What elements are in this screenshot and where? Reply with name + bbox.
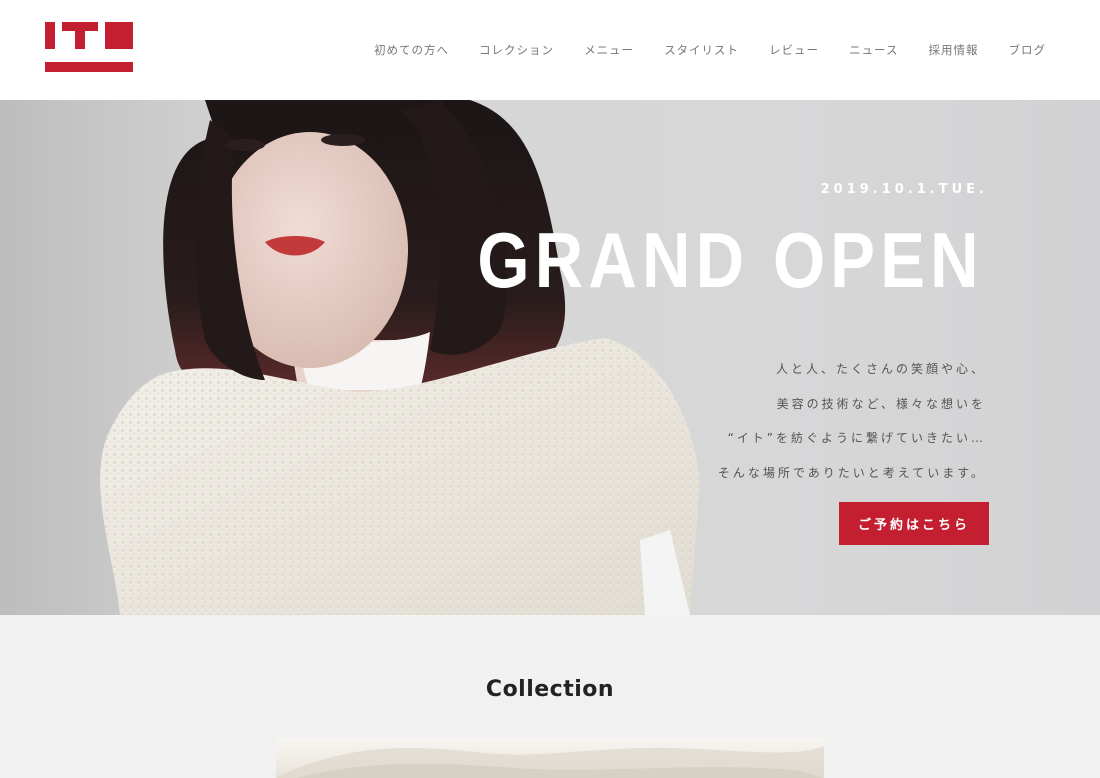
nav-item-news[interactable]: ニュース bbox=[849, 42, 898, 58]
hero-copy-line: 人と人、たくさんの笑顔や心、 bbox=[775, 362, 986, 376]
hero-date: 2019.10.1.TUE. bbox=[820, 182, 988, 197]
collection-photo bbox=[276, 746, 824, 778]
hero-title: GRAND OPEN bbox=[477, 216, 984, 304]
nav-item-menu[interactable]: メニュー bbox=[584, 42, 634, 58]
hero-copy-line: そんな場所でありたいと考えています。 bbox=[717, 465, 986, 480]
nav-item-recruit[interactable]: 採用情報 bbox=[929, 42, 979, 58]
nav-item-review[interactable]: レビュー bbox=[769, 42, 819, 58]
global-nav: 初めての方へ コレクション メニュー スタイリスト レビュー ニュース 採用情報… bbox=[344, 42, 1046, 58]
hero-copy: 人と人、たくさんの笑顔や心、 美容の技術など、様々な想いを “イト”を紡ぐように… bbox=[718, 352, 986, 490]
nav-item-collection[interactable]: コレクション bbox=[479, 42, 554, 58]
collection-title: Collection bbox=[485, 677, 615, 702]
hero-section: 2019.10.1.TUE. GRAND OPEN 人と人、たくさんの笑顔や心、… bbox=[0, 100, 1100, 615]
nav-item-stylist[interactable]: スタイリスト bbox=[664, 42, 739, 58]
collection-section: Collection bbox=[0, 615, 1100, 778]
nav-item-first-visit[interactable]: 初めての方へ bbox=[374, 42, 449, 58]
logo[interactable] bbox=[45, 22, 133, 74]
site-header: 初めての方へ コレクション メニュー スタイリスト レビュー ニュース 採用情報… bbox=[0, 0, 1100, 100]
reservation-button[interactable]: ご予約はこちら bbox=[839, 502, 989, 545]
page: 初めての方へ コレクション メニュー スタイリスト レビュー ニュース 採用情報… bbox=[0, 0, 1100, 778]
hero-copy-line: 美容の技術など、様々な想いを bbox=[776, 396, 986, 411]
collection-image[interactable] bbox=[276, 738, 824, 778]
nav-item-blog[interactable]: ブログ bbox=[1009, 42, 1047, 58]
hero-copy-line: “イト”を紡ぐように繋げていきたい… bbox=[727, 431, 986, 445]
ito-logo-icon bbox=[45, 22, 133, 72]
